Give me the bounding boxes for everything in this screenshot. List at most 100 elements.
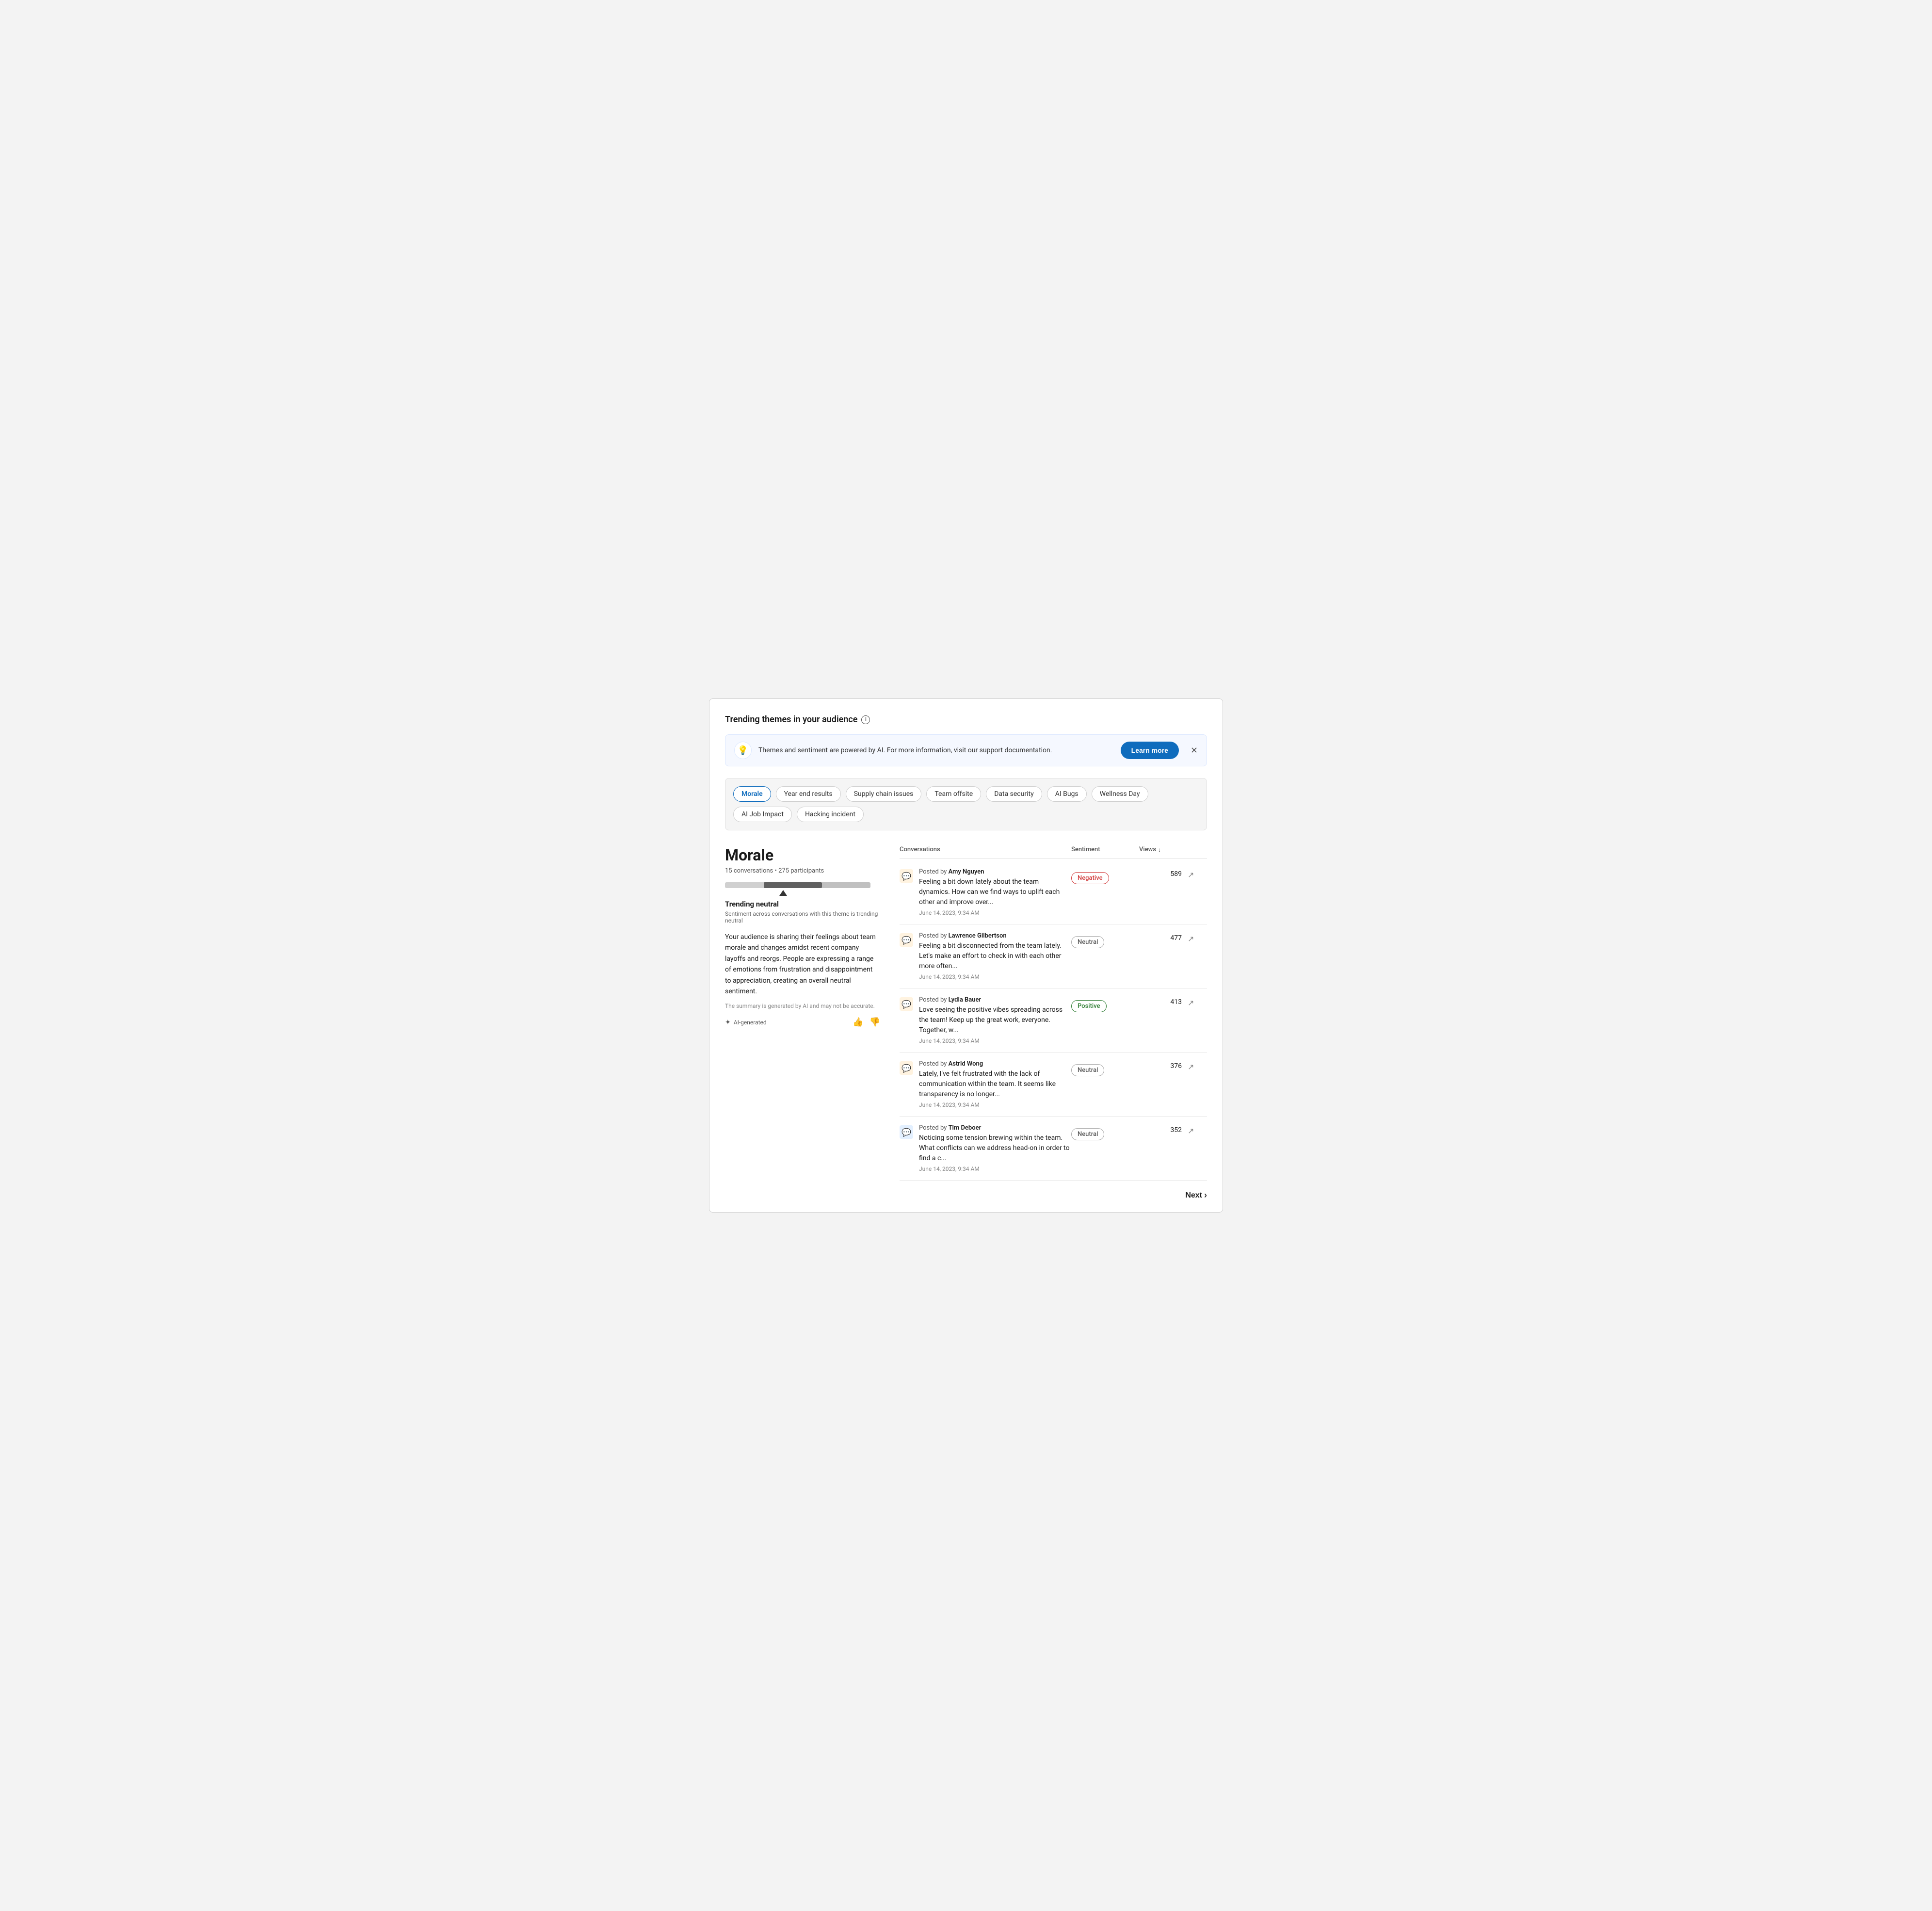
conv-body-4: Posted by Tim Deboer Noticing some tensi… [919, 1124, 1071, 1172]
conv-icon-2: 💬 [900, 997, 913, 1011]
conv-preview-4[interactable]: Noticing some tension brewing within the… [919, 1133, 1071, 1164]
learn-more-button[interactable]: Learn more [1121, 742, 1179, 759]
page-title-row: Trending themes in your audience i [725, 714, 1207, 725]
trend-icon-0[interactable]: ↗ [1188, 868, 1207, 879]
themes-bar: Morale Year end results Supply chain issue… [725, 778, 1207, 830]
table-row: 💬 Posted by Tim Deboer Noticing some ten… [900, 1117, 1207, 1181]
ai-sparkle-icon: ✦ [725, 1019, 731, 1026]
theme-tag-ai-job-impact[interactable]: AI Job Impact [733, 807, 792, 822]
ai-disclaimer: The summary is generated by AI and may n… [725, 1003, 880, 1009]
conv-author-3: Posted by Astrid Wong [919, 1060, 1071, 1068]
negative-bar [725, 882, 764, 888]
conv-preview-3[interactable]: Lately, I've felt frustrated with the la… [919, 1069, 1071, 1100]
sentiment-badge-0: Negative [1071, 872, 1109, 884]
conv-body-1: Posted by Lawrence Gilbertson Feeling a … [919, 932, 1071, 980]
trend-icon-3[interactable]: ↗ [1188, 1060, 1207, 1071]
sentiment-badge-3: Neutral [1071, 1064, 1104, 1076]
conv-icon-1: 💬 [900, 933, 913, 947]
trend-icon-4[interactable]: ↗ [1188, 1124, 1207, 1135]
conv-date-2: June 14, 2023, 9:34 AM [919, 1037, 1071, 1044]
theme-tag-morale[interactable]: Morale [733, 786, 771, 802]
sort-arrow-icon: ↓ [1158, 846, 1161, 853]
table-row: 💬 Posted by Lydia Bauer Love seeing the … [900, 988, 1207, 1053]
table-row: 💬 Posted by Lawrence Gilbertson Feeling … [900, 924, 1207, 988]
table-header: Conversations Sentiment Views ↓ [900, 846, 1207, 858]
conv-preview-2[interactable]: Love seeing the positive vibes spreading… [919, 1005, 1071, 1036]
conv-date-1: June 14, 2023, 9:34 AM [919, 973, 1071, 980]
conv-main-4: 💬 Posted by Tim Deboer Noticing some ten… [900, 1124, 1071, 1172]
views-header[interactable]: Views ↓ [1139, 846, 1188, 853]
conv-main-2: 💬 Posted by Lydia Bauer Love seeing the … [900, 996, 1071, 1044]
feedback-buttons: 👍 👎 [853, 1017, 880, 1027]
ai-generated-label: ✦ AI-generated [725, 1019, 767, 1026]
sentiment-bar-row [725, 882, 880, 888]
positive-bar [822, 882, 870, 888]
banner-text: Themes and sentiment are powered by AI. … [758, 746, 1114, 754]
theme-tag-data-security[interactable]: Data security [986, 786, 1042, 802]
theme-tag-year-end-results[interactable]: Year end results [776, 786, 841, 802]
theme-tags-row: Morale Year end results Supply chain issue… [733, 786, 1199, 822]
participants-count: 275 participants [778, 867, 824, 875]
sentiment-header: Sentiment [1071, 846, 1139, 853]
theme-tag-team-offsite[interactable]: Team offsite [926, 786, 981, 802]
left-panel: Morale 15 conversations • 275 participan… [725, 846, 880, 1027]
trending-subtitle: Sentiment across conversations with this… [725, 910, 880, 924]
neutral-bar [764, 882, 822, 888]
actions-header [1188, 846, 1207, 853]
banner-bulb-icon: 💡 [734, 742, 752, 759]
sentiment-badge-4: Neutral [1071, 1128, 1104, 1140]
conv-icon-3: 💬 [900, 1061, 913, 1075]
pagination-row: Next › [900, 1181, 1207, 1200]
ai-footer: ✦ AI-generated 👍 👎 [725, 1017, 880, 1027]
sentiment-badge-2: Positive [1071, 1000, 1107, 1012]
right-panel: Conversations Sentiment Views ↓ 💬 Posted… [900, 846, 1207, 1200]
conv-body-3: Posted by Astrid Wong Lately, I've felt … [919, 1060, 1071, 1108]
theme-tag-wellness-day[interactable]: Wellness Day [1092, 786, 1148, 802]
next-chevron-icon: › [1204, 1190, 1207, 1200]
theme-tag-hacking-incident[interactable]: Hacking incident [797, 807, 864, 822]
conversations-count: 15 conversations [725, 867, 773, 875]
conv-main-1: 💬 Posted by Lawrence Gilbertson Feeling … [900, 932, 1071, 980]
table-row: 💬 Posted by Amy Nguyen Feeling a bit dow… [900, 860, 1207, 924]
info-icon[interactable]: i [861, 715, 870, 724]
banner-close-button[interactable]: ✕ [1191, 745, 1198, 756]
sentiment-col-4: Neutral [1071, 1124, 1139, 1140]
page-title: Trending themes in your audience [725, 714, 857, 725]
sentiment-col-2: Positive [1071, 996, 1139, 1012]
conv-date-0: June 14, 2023, 9:34 AM [919, 909, 1071, 916]
conv-main-0: 💬 Posted by Amy Nguyen Feeling a bit dow… [900, 868, 1071, 916]
summary-text: Your audience is sharing their feelings … [725, 932, 880, 997]
neutral-indicator [779, 890, 787, 896]
conv-date-4: June 14, 2023, 9:34 AM [919, 1166, 1071, 1172]
views-cell-1: 477 [1139, 932, 1188, 942]
conv-author-2: Posted by Lydia Bauer [919, 996, 1071, 1004]
main-content: Morale 15 conversations • 275 participan… [725, 846, 1207, 1200]
thumbs-up-button[interactable]: 👍 [853, 1017, 863, 1027]
conv-main-3: 💬 Posted by Astrid Wong Lately, I've fel… [900, 1060, 1071, 1108]
topic-title: Morale [725, 846, 880, 864]
conv-preview-1[interactable]: Feeling a bit disconnected from the team… [919, 941, 1071, 972]
theme-tag-ai-bugs[interactable]: AI Bugs [1047, 786, 1087, 802]
ai-banner: 💡 Themes and sentiment are powered by AI… [725, 734, 1207, 766]
conv-preview-0[interactable]: Feeling a bit down lately about the team… [919, 877, 1071, 907]
thumbs-down-button[interactable]: 👎 [869, 1017, 880, 1027]
views-cell-4: 352 [1139, 1124, 1188, 1134]
views-cell-2: 413 [1139, 996, 1188, 1006]
theme-tag-supply-chain-issues[interactable]: Supply chain issues [846, 786, 922, 802]
conv-body-0: Posted by Amy Nguyen Feeling a bit down … [919, 868, 1071, 916]
trend-icon-1[interactable]: ↗ [1188, 932, 1207, 943]
conv-icon-0: 💬 [900, 869, 913, 883]
topic-meta: 15 conversations • 275 participants [725, 867, 880, 875]
conv-date-3: June 14, 2023, 9:34 AM [919, 1101, 1071, 1108]
conv-body-2: Posted by Lydia Bauer Love seeing the po… [919, 996, 1071, 1044]
table-rows: 💬 Posted by Amy Nguyen Feeling a bit dow… [900, 860, 1207, 1181]
conv-icon-4: 💬 [900, 1125, 913, 1139]
table-row: 💬 Posted by Astrid Wong Lately, I've fel… [900, 1053, 1207, 1117]
conv-author-4: Posted by Tim Deboer [919, 1124, 1071, 1132]
trending-title: Trending neutral [725, 900, 880, 908]
conversations-header: Conversations [900, 846, 1071, 853]
trend-icon-2[interactable]: ↗ [1188, 996, 1207, 1007]
sentiment-col-3: Neutral [1071, 1060, 1139, 1076]
main-container: Trending themes in your audience i 💡 The… [709, 698, 1223, 1213]
next-button[interactable]: Next › [1185, 1190, 1207, 1200]
